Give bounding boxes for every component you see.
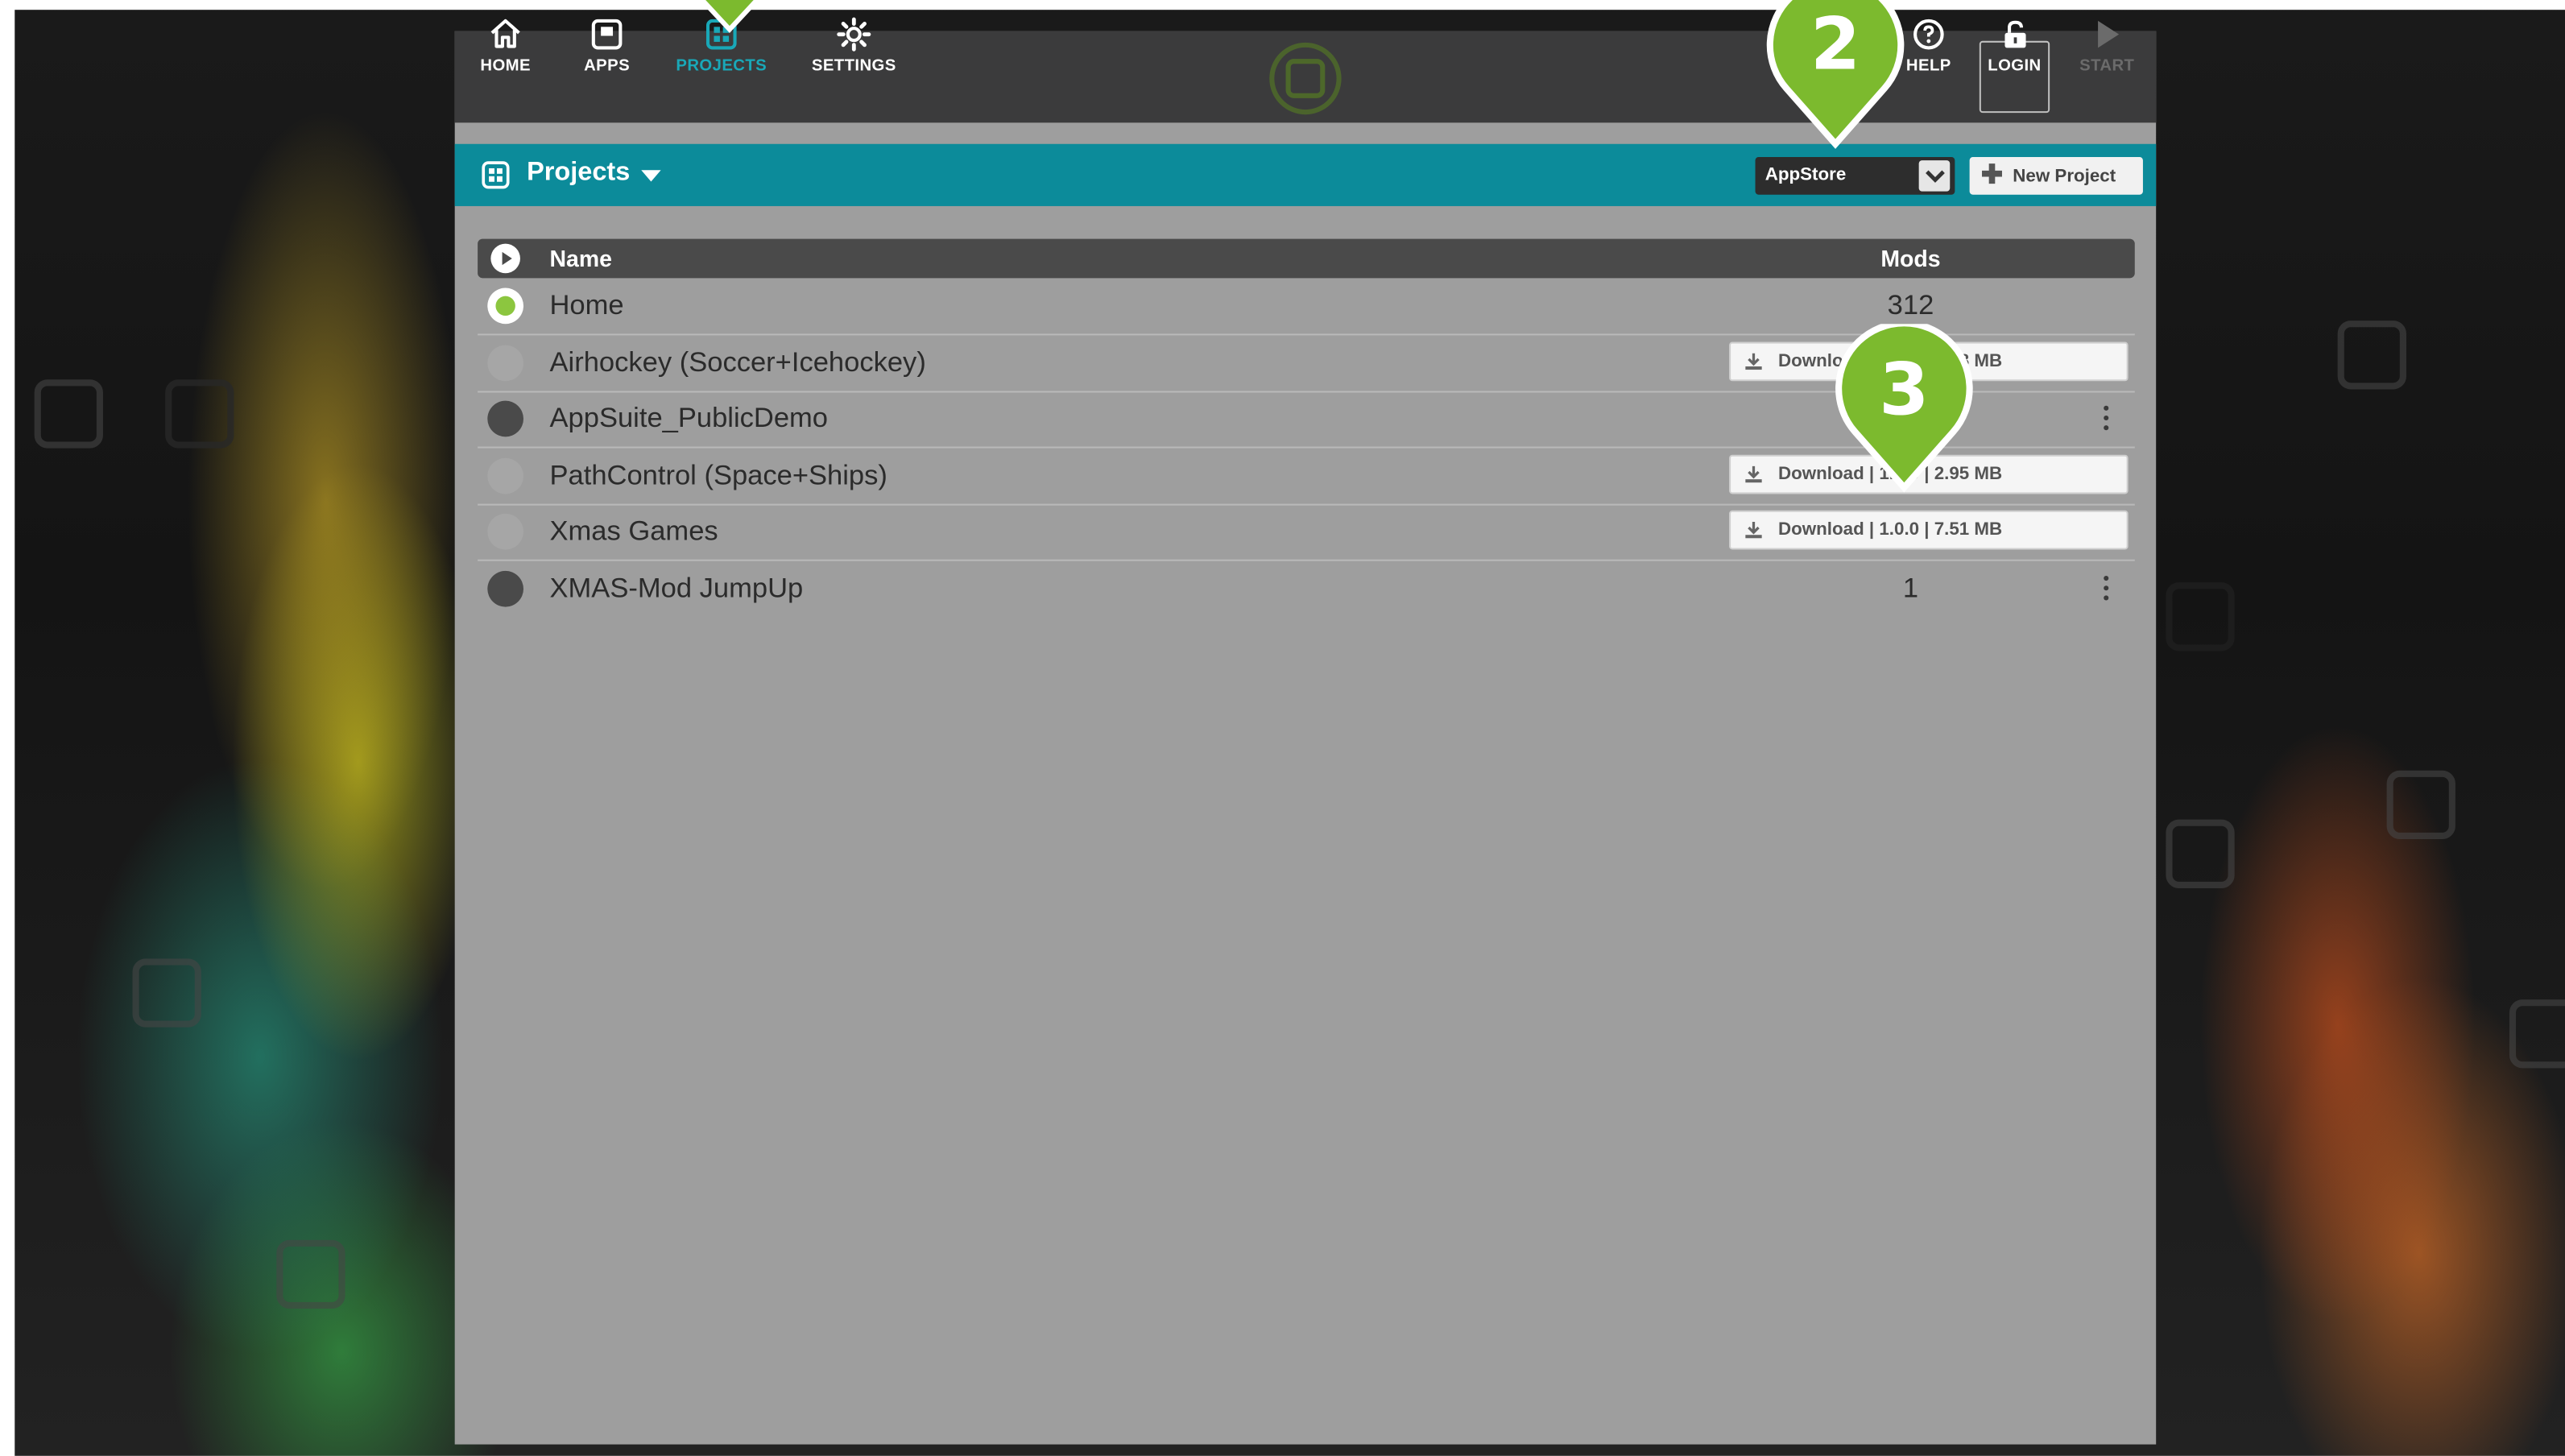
background-tile-icon xyxy=(165,379,234,449)
background-tile-icon xyxy=(132,958,201,1028)
store-select-value: AppStore xyxy=(1764,165,1847,185)
nav-projects-label: PROJECTS xyxy=(676,57,767,76)
background-tile-icon xyxy=(2509,999,2565,1069)
plus-icon: ✚ xyxy=(1980,161,2004,189)
column-header-name[interactable]: Name xyxy=(550,246,612,272)
project-mods: 1 xyxy=(1902,572,1919,604)
background-tile-icon xyxy=(2166,819,2235,888)
project-name: AppSuite_PublicDemo xyxy=(549,402,829,434)
download-button[interactable]: Download | 1.0.0 | 7.51 MB xyxy=(1729,510,2129,550)
nav-login-label: LOGIN xyxy=(1988,57,2042,76)
project-name: PathControl (Space+Ships) xyxy=(549,459,887,491)
callout-number: 3 xyxy=(1879,348,1930,432)
nav-login-button[interactable]: LOGIN xyxy=(1980,0,2050,92)
play-icon xyxy=(2098,20,2120,48)
callout-pin-2: 2 xyxy=(1764,0,1908,151)
help-icon xyxy=(1913,19,1944,50)
background-tile-icon xyxy=(2166,582,2235,651)
project-name: Home xyxy=(549,289,624,321)
title-dropdown-caret-icon[interactable] xyxy=(641,170,661,182)
projects-icon xyxy=(482,161,510,189)
nav-apps-label: APPS xyxy=(584,57,631,76)
download-icon xyxy=(1745,353,1762,370)
callout-number: 2 xyxy=(1810,3,1861,87)
callout-pin-3: 3 xyxy=(1832,320,1976,494)
status-dot-icon xyxy=(487,457,523,494)
nav-start-button[interactable]: START xyxy=(2071,0,2143,92)
project-mods: 312 xyxy=(1887,289,1934,321)
table-row[interactable]: Xmas Games Download | 1.0.0 | 7.51 MB xyxy=(478,504,2135,561)
new-project-label: New Project xyxy=(2013,166,2116,186)
status-dot-icon xyxy=(487,345,523,382)
status-dot-icon xyxy=(487,570,523,607)
nav-start-label: START xyxy=(2079,57,2135,76)
table-row[interactable]: XMAS-Mod JumpUp 1 xyxy=(478,561,2135,617)
project-name: XMAS-Mod JumpUp xyxy=(549,572,804,604)
download-icon xyxy=(1745,465,1762,483)
app-logo xyxy=(1269,42,1342,115)
background-tile-icon xyxy=(2337,321,2406,390)
background-tile-icon xyxy=(276,1239,345,1309)
lock-open-icon xyxy=(2004,20,2025,48)
download-label: Download | 1.0.0 | 7.51 MB xyxy=(1777,519,2003,540)
status-dot-icon xyxy=(487,513,523,550)
status-dot-icon xyxy=(487,400,523,437)
nav-settings-label: SETTINGS xyxy=(811,57,896,76)
background-tile-icon xyxy=(2386,770,2455,840)
selected-radio-icon[interactable] xyxy=(487,287,523,325)
nav-home-button[interactable]: HOME xyxy=(468,0,543,92)
nav-apps-button[interactable]: APPS xyxy=(569,0,644,92)
more-options-icon[interactable] xyxy=(2104,405,2110,436)
download-icon xyxy=(1745,521,1762,539)
projects-title-bar: Projects AppStore ✚ New Project xyxy=(454,143,2157,206)
store-select[interactable]: AppStore xyxy=(1755,157,1955,195)
column-header-mods[interactable]: Mods xyxy=(1868,246,1954,272)
apps-icon xyxy=(591,19,623,50)
gear-icon xyxy=(837,17,871,52)
project-name: Airhockey (Soccer+Icehockey) xyxy=(549,346,926,378)
more-options-icon[interactable] xyxy=(2104,576,2110,606)
background-tile-icon xyxy=(34,379,103,449)
nav-help-label: HELP xyxy=(1905,57,1951,76)
table-header: Name Mods xyxy=(478,238,2135,279)
home-icon xyxy=(490,19,520,48)
nav-settings-button[interactable]: SETTINGS xyxy=(805,0,903,92)
page-title[interactable]: Projects xyxy=(527,159,630,188)
nav-home-label: HOME xyxy=(480,57,531,76)
chevron-down-icon[interactable] xyxy=(1918,160,1951,192)
callout-pin-partial xyxy=(684,0,776,36)
project-name: Xmas Games xyxy=(549,515,718,547)
new-project-button[interactable]: ✚ New Project xyxy=(1969,157,2143,195)
play-all-icon[interactable] xyxy=(490,243,520,274)
